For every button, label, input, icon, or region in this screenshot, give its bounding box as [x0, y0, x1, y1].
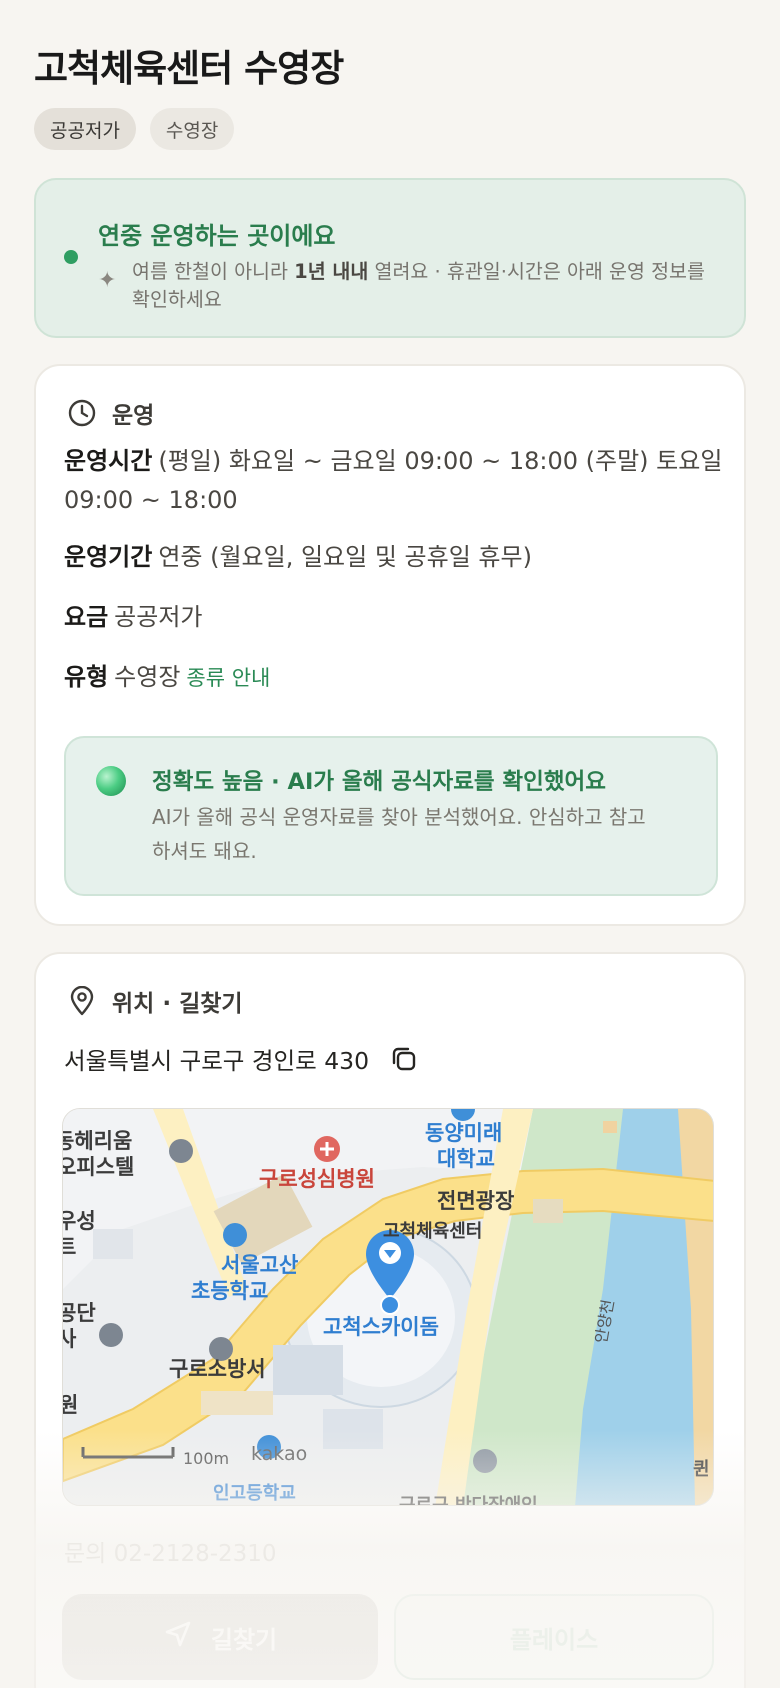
type-key: 유형	[64, 663, 109, 691]
location-header: 위치 · 길찾기	[66, 984, 243, 1018]
copy-icon[interactable]	[389, 1044, 419, 1074]
map-label-heriumn-2: 오피스텔	[62, 1155, 135, 1179]
map-label-dongyang-2: 대학교	[437, 1147, 495, 1171]
type-guide-link[interactable]: 종류 안내	[186, 666, 270, 690]
sparkle-icon: ✦	[98, 268, 117, 293]
status-dot	[64, 250, 78, 264]
map-scale-label: 100m	[183, 1449, 230, 1468]
accuracy-text: AI가 올해 공식 운영자료를 찾아 분석했어요. 안심하고 참고하셔도 돼요.	[152, 805, 646, 863]
map-label-highschool: 인고등학교	[213, 1483, 296, 1504]
navigation-arrow-icon	[163, 1619, 193, 1655]
operations-heading: 운영	[112, 403, 155, 429]
map-label-welfare: 구로구 반다장애인	[399, 1495, 538, 1506]
address-row: 서울특별시 구로구 경인로 430	[64, 1042, 419, 1076]
location-heading: 위치 · 길찾기	[112, 991, 243, 1017]
period-value: 연중 (월요일, 일요일 및 공휴일 휴무)	[158, 543, 532, 571]
page-title: 고척체육센터 수영장	[34, 47, 344, 90]
phone-contact[interactable]: 문의 02-2128-2310	[64, 1534, 277, 1568]
tag-chip-fee[interactable]: 공공저가	[34, 108, 136, 150]
ai-orb-icon	[96, 766, 126, 796]
map-label-apt: 트	[63, 1231, 76, 1261]
tag-list: 공공저가 수영장	[34, 108, 235, 150]
map-label-firestation: 구로소방서	[169, 1357, 266, 1381]
accuracy-notice: 정확도 높음 · AI가 올해 공식자료를 확인했어요 AI가 올해 공식 운영…	[64, 736, 718, 896]
map-label-skydome: 고척스카이돔	[323, 1315, 439, 1339]
operations-header: 운영	[66, 396, 154, 430]
action-buttons: 길찾기 플레이스	[62, 1594, 714, 1680]
hours-row: 운영시간 (평일) 화요일 ~ 금요일 09:00 ~ 18:00 (주말) 토요…	[64, 442, 724, 520]
kakao-logo: kakao	[251, 1443, 308, 1465]
fee-value: 공공저가	[114, 603, 203, 631]
map-label-sa: 사	[63, 1323, 76, 1353]
address-text: 서울특별시 구로구 경인로 430	[64, 1047, 370, 1075]
location-pin-icon	[66, 985, 98, 1017]
map-label-school-2: 초등학교	[191, 1279, 269, 1303]
type-value: 수영장	[114, 663, 181, 691]
map-label-won: 원	[63, 1389, 78, 1419]
location-map[interactable]: 동양미래 대학교 구로성심병원 전면광장 고척체육센터 서울고산 초등학교 고척…	[62, 1108, 714, 1506]
place-button[interactable]: 플레이스	[394, 1594, 714, 1680]
route-button-label: 길찾기	[210, 1625, 278, 1654]
clock-icon	[66, 397, 98, 429]
period-row: 운영기간 연중 (월요일, 일요일 및 공휴일 휴무)	[64, 538, 724, 577]
hours-key: 운영시간	[64, 447, 153, 475]
banner-title: 연중 운영하는 곳이에요	[98, 222, 336, 250]
type-row: 유형 수영장 종류 안내	[64, 658, 724, 698]
accuracy-title: 정확도 높음 · AI가 올해 공식자료를 확인했어요	[152, 769, 606, 795]
tag-chip-type[interactable]: 수영장	[149, 108, 235, 150]
fee-row: 요금 공공저가	[64, 598, 724, 637]
period-key: 운영기간	[64, 543, 153, 571]
operations-card: 운영 운영시간 (평일) 화요일 ~ 금요일 09:00 ~ 18:00 (주말)…	[34, 364, 746, 926]
map-label-queen: 퀸	[693, 1459, 710, 1480]
fee-key: 요금	[64, 603, 109, 631]
year-round-banner: 연중 운영하는 곳이에요 ✦ 여름 한철이 아니라 1년 내내 열려요 · 휴관…	[34, 178, 746, 338]
banner-text: 여름 한철이 아니라 1년 내내 열려요 · 휴관일·시간은 아래 운영 정보를…	[132, 260, 705, 311]
map-label-plaza: 전면광장	[437, 1189, 515, 1213]
hours-value: (평일) 화요일 ~ 금요일 09:00 ~ 18:00 (주말) 토요일 09…	[64, 447, 723, 514]
route-button[interactable]: 길찾기	[62, 1594, 378, 1680]
page: 고척체육센터 수영장 공공저가 수영장 연중 운영하는 곳이에요 ✦ 여름 한철…	[0, 0, 780, 1688]
map-label-hospital: 구로성심병원	[259, 1167, 375, 1191]
place-button-label: 플레이스	[509, 1625, 599, 1654]
location-card: 위치 · 길찾기 서울특별시 구로구 경인로 430 동양미래 대학교 구로성심…	[34, 952, 746, 1688]
map-label-center: 고척체육센터	[383, 1221, 483, 1242]
